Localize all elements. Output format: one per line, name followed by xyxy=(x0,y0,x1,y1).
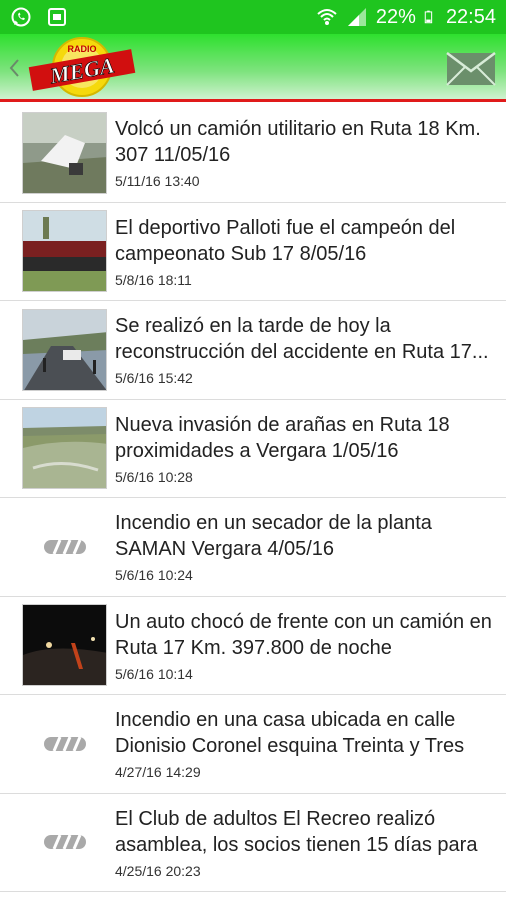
news-date: 5/6/16 15:42 xyxy=(115,370,193,387)
wifi-icon xyxy=(317,9,337,25)
news-item[interactable]: Volcó un camión utilitario en Ruta 18 Km… xyxy=(0,104,506,203)
mail-icon[interactable] xyxy=(446,49,496,89)
news-item[interactable]: Nueva invasión de arañas en Ruta 18 prox… xyxy=(0,400,506,498)
news-date: 5/6/16 10:28 xyxy=(115,468,193,485)
news-date: 5/6/16 10:24 xyxy=(115,567,193,584)
news-date: 4/27/16 14:29 xyxy=(115,764,201,781)
news-title: Incendio en un secador de la planta SAMA… xyxy=(115,512,432,561)
news-item[interactable]: Un auto chocó de frente con un camión en… xyxy=(0,597,506,695)
news-item[interactable]: Incendio en una casa ubicada en calle Di… xyxy=(0,695,506,794)
news-thumbnail xyxy=(22,407,107,490)
status-bar: 22% 22:54 xyxy=(0,0,506,34)
broken-image-icon xyxy=(43,736,86,751)
whatsapp-icon xyxy=(11,7,31,27)
news-item[interactable]: El Club de adultos El Recreo realizó asa… xyxy=(0,794,506,892)
broken-image-icon xyxy=(43,539,86,554)
clock: 22:54 xyxy=(445,5,496,28)
news-thumbnail-placeholder xyxy=(22,801,107,883)
app-bar: RADIO MEGA xyxy=(0,34,506,102)
signal-icon xyxy=(347,8,366,26)
news-list: Volcó un camión utilitario en Ruta 18 Km… xyxy=(0,104,506,892)
chevron-left-icon xyxy=(9,59,19,77)
news-title: El deportivo Palloti fue el campeón del … xyxy=(115,216,456,265)
news-item[interactable]: Se realizó en la tarde de hoy la reconst… xyxy=(0,301,506,400)
gallery-icon xyxy=(48,8,66,26)
news-thumbnail xyxy=(22,210,107,293)
news-date: 5/11/16 13:40 xyxy=(115,173,200,190)
app-logo: RADIO MEGA xyxy=(28,37,136,97)
news-thumbnail-placeholder xyxy=(22,506,107,588)
news-title: Un auto chocó de frente con un camión en… xyxy=(115,610,492,659)
news-thumbnail xyxy=(22,604,107,687)
news-title: Volcó un camión utilitario en Ruta 18 Km… xyxy=(115,118,481,167)
broken-image-icon xyxy=(43,835,86,850)
news-date: 4/25/16 20:23 xyxy=(115,862,201,879)
news-title: Incendio en una casa ubicada en calle Di… xyxy=(115,709,465,758)
app-bar-divider xyxy=(0,99,506,102)
battery-percent: 22% xyxy=(375,5,416,28)
news-date: 5/8/16 18:11 xyxy=(115,271,192,288)
news-date: 5/6/16 10:14 xyxy=(115,665,193,682)
back-button[interactable] xyxy=(0,34,28,102)
news-title: El Club de adultos El Recreo realizó asa… xyxy=(115,807,478,856)
news-thumbnail xyxy=(22,111,107,194)
news-item[interactable]: Incendio en un secador de la planta SAMA… xyxy=(0,498,506,597)
news-item[interactable]: El deportivo Palloti fue el campeón del … xyxy=(0,203,506,301)
battery-icon xyxy=(424,10,433,24)
news-title: Nueva invasión de arañas en Ruta 18 prox… xyxy=(115,413,450,462)
logo-top-text: RADIO xyxy=(68,44,97,54)
news-thumbnail xyxy=(22,308,107,391)
news-thumbnail-placeholder xyxy=(22,703,107,785)
news-title: Se realizó en la tarde de hoy la reconst… xyxy=(115,315,489,364)
